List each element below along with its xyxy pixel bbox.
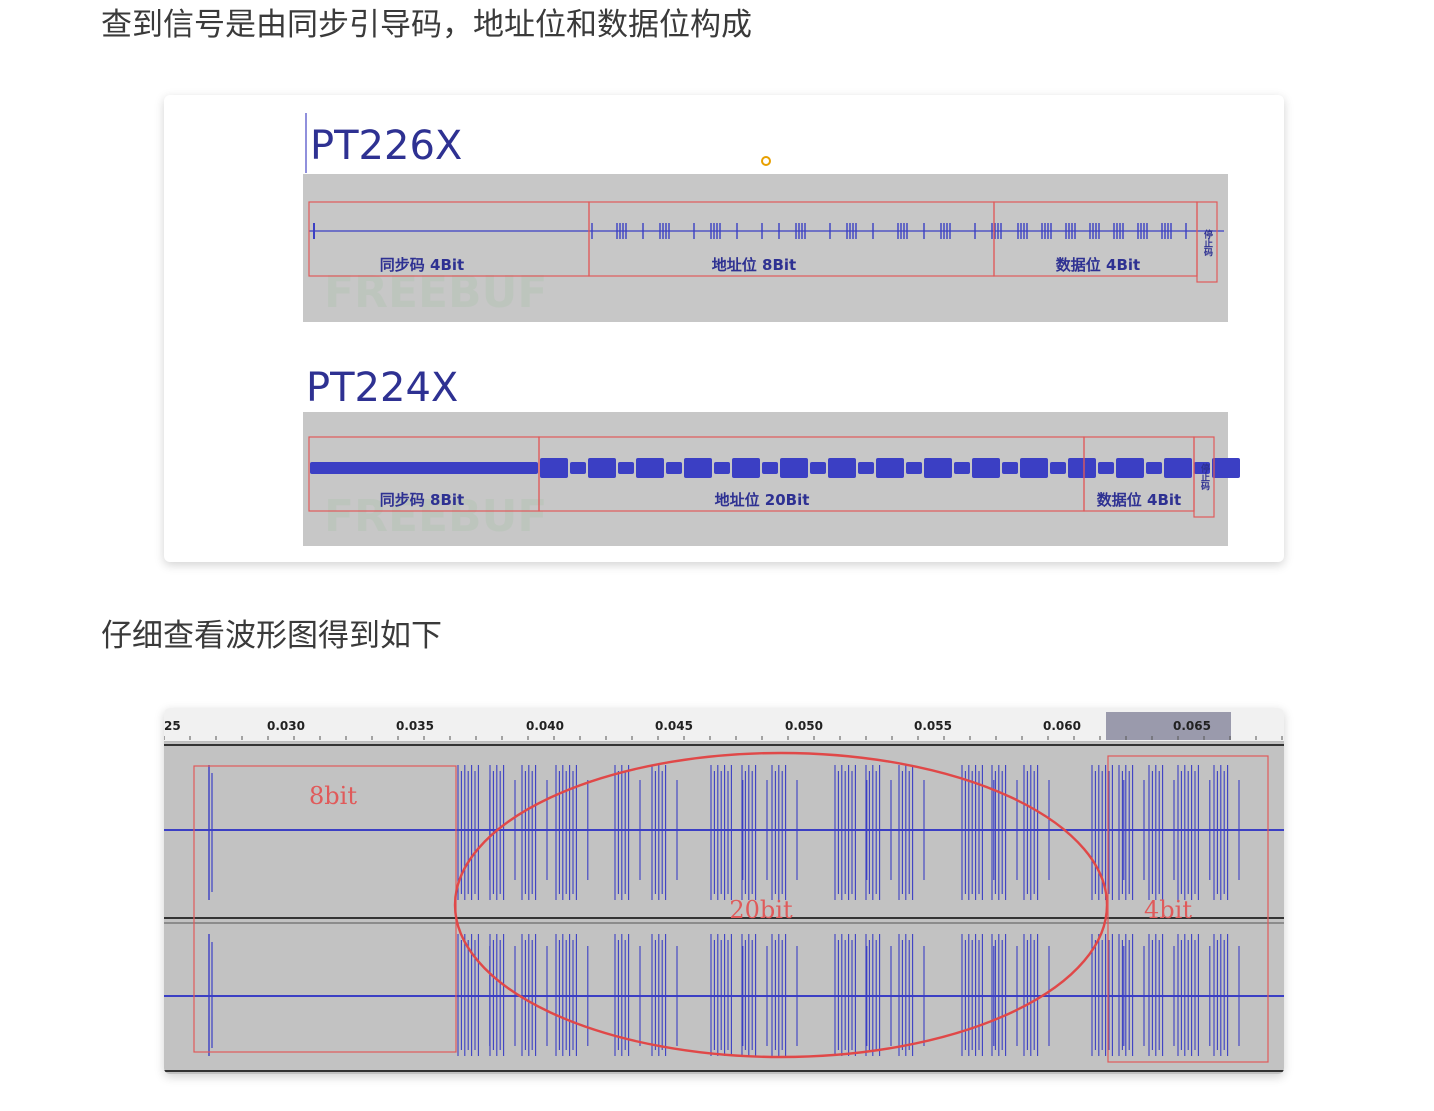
pt224x-sync-label: 同步码 8Bit xyxy=(380,491,464,509)
pulse-block xyxy=(858,462,874,474)
pulse-block xyxy=(540,458,568,478)
pulse-block xyxy=(1098,462,1114,474)
pulse-block xyxy=(876,458,904,478)
ruler-tick-label: 0.030 xyxy=(267,719,305,733)
ruler-tick-label: 0.045 xyxy=(655,719,693,733)
pulse-block xyxy=(1164,458,1192,478)
pulse-block xyxy=(1020,458,1048,478)
sync-bits-label: 8bit xyxy=(309,782,357,810)
ruler-tick-label: 0.065 xyxy=(1173,719,1211,733)
pt226x-address-label: 地址位 8Bit xyxy=(712,256,796,274)
pulse-block xyxy=(762,462,778,474)
pulse-block xyxy=(954,462,970,474)
figure-pt-encoding-comparison: PT226X FREEBUF 同步码 4Bit 地址位 8Bit 数据位 4Bi… xyxy=(164,95,1284,562)
ruler-tick-label: 0.035 xyxy=(396,719,434,733)
ruler-tick-label: 25 xyxy=(164,719,181,733)
pt226x-sync-label: 同步码 4Bit xyxy=(380,256,464,274)
pulse-block xyxy=(828,458,856,478)
pulse-block xyxy=(1146,462,1162,474)
pulse-block xyxy=(1212,458,1240,478)
pulse-block xyxy=(924,458,952,478)
pt224x-address-label: 地址位 20Bit xyxy=(715,491,810,509)
pt224x-title: PT224X xyxy=(306,365,458,411)
pulse-block xyxy=(1002,462,1018,474)
pulse-block xyxy=(618,462,634,474)
sync-band xyxy=(310,462,538,474)
pt-encoding-diagram: PT226X FREEBUF 同步码 4Bit 地址位 8Bit 数据位 4Bi… xyxy=(303,113,1240,546)
ruler-tick-label: 0.050 xyxy=(785,719,823,733)
data-bits-label: 4bit xyxy=(1144,896,1192,924)
paragraph-waveform-detail: 仔细查看波形图得到如下 xyxy=(101,618,442,654)
pulse-block xyxy=(732,458,760,478)
waveform-diagram: 25 0.030 0.035 0.040 0.045 0.050 0.055 0.060 0.0… xyxy=(164,708,1284,1074)
pulse-block xyxy=(1050,462,1066,474)
address-bits-label: 20bit xyxy=(729,896,793,924)
pulse-block xyxy=(714,462,730,474)
pt226x-title: PT226X xyxy=(310,123,462,169)
pt226x-data-label: 数据位 4Bit xyxy=(1056,256,1140,274)
pulse-block xyxy=(570,462,586,474)
pulse-block xyxy=(1068,458,1096,478)
pulse-block xyxy=(810,462,826,474)
pulse-block xyxy=(684,458,712,478)
ruler-tick-label: 0.040 xyxy=(526,719,564,733)
ruler-selection xyxy=(1106,712,1231,740)
pt224x-stop-label: 停止码 xyxy=(1199,462,1210,491)
cursor-marker-icon xyxy=(761,156,771,166)
pulse-block xyxy=(906,462,922,474)
pulse-block xyxy=(972,458,1000,478)
watermark-1: FREEBUF xyxy=(324,267,547,318)
pulse-block xyxy=(636,458,664,478)
pulse-block xyxy=(780,458,808,478)
pt226x-stop-label: 停止码 xyxy=(1202,228,1213,257)
ruler-tick-label: 0.060 xyxy=(1043,719,1081,733)
pulse-block xyxy=(1116,458,1144,478)
pt224x-data-label: 数据位 4Bit xyxy=(1097,491,1181,509)
figure-waveform-detail: 25 0.030 0.035 0.040 0.045 0.050 0.055 0.060 0.0… xyxy=(164,708,1284,1074)
pulse-block xyxy=(588,458,616,478)
pulse-block xyxy=(666,462,682,474)
paragraph-signal-structure: 查到信号是由同步引导码，地址位和数据位构成 xyxy=(101,7,752,43)
ruler-tick-label: 0.055 xyxy=(914,719,952,733)
